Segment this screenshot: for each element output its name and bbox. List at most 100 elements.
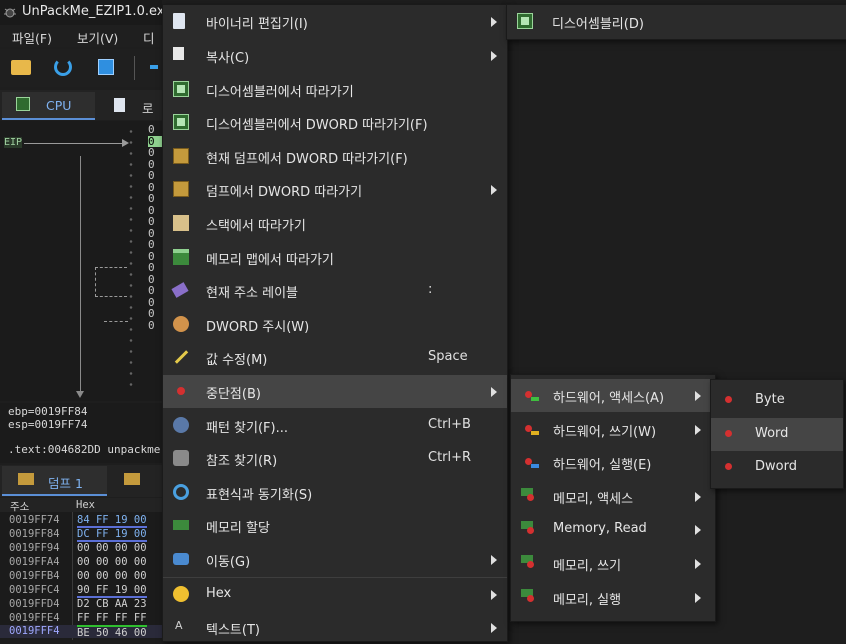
menu-item-hardware-execute[interactable]: 하드웨어, 실행(E) bbox=[511, 446, 715, 479]
menu-item-text[interactable]: A 텍스트(T) bbox=[163, 611, 507, 644]
allocate-memory-icon bbox=[173, 520, 189, 530]
menu-item-memory-access[interactable]: 메모리, 액세스 bbox=[511, 480, 715, 513]
jump-arrow-head bbox=[76, 391, 84, 398]
menu-item-shortcut: Space bbox=[428, 349, 468, 364]
menu-item-label: Byte bbox=[755, 392, 785, 407]
address-cell: 0 bbox=[148, 318, 155, 332]
main-tabs: CPU 로 bbox=[0, 90, 162, 120]
menu-file[interactable]: 파일(F) bbox=[12, 28, 52, 47]
menu-item-label-current-address[interactable]: 현재 주소 레이블 : bbox=[163, 274, 507, 307]
menu-item-word[interactable]: Word bbox=[711, 418, 843, 451]
dump-row[interactable]: 0019FFA4 00 00 00 00 bbox=[0, 556, 162, 569]
address-cell: 0 bbox=[148, 284, 155, 297]
dump-row-address: 0019FFE4 bbox=[9, 612, 60, 624]
menu-item-follow-stack[interactable]: 스택에서 따라가기 bbox=[163, 207, 507, 240]
dump-row[interactable]: 0019FFD4 D2 CB AA 23 bbox=[0, 598, 162, 611]
cpu-disassembly-view[interactable]: EIP 0 0 0 0 0 0 0 0 0 0 0 0 0 0 0 0 0 0 bbox=[0, 121, 162, 401]
dump-row-address: 0019FFD4 bbox=[9, 598, 60, 610]
submenu-arrow-icon bbox=[491, 17, 497, 27]
menu-item-follow-disassembler[interactable]: 디스어셈블러에서 따라가기 bbox=[163, 73, 507, 106]
title-bar: UnPackMe_EZIP1.0.exe - bbox=[0, 0, 181, 25]
dump-icon bbox=[124, 473, 140, 485]
menu-item-memory-write[interactable]: 메모리, 쓰기 bbox=[511, 547, 715, 580]
find-pattern-icon bbox=[173, 417, 189, 433]
jump-line bbox=[80, 156, 81, 396]
tab-dump-2[interactable] bbox=[110, 466, 162, 496]
submenu-arrow-icon bbox=[491, 623, 497, 633]
address-cell: 0 bbox=[148, 146, 155, 159]
menu-item-hardware-access[interactable]: 하드웨어, 액세스(A) bbox=[511, 379, 715, 412]
run-icon[interactable] bbox=[150, 65, 158, 69]
dump-row-hex: 84 FF 19 00 bbox=[77, 514, 147, 528]
menu-item-label: 스택에서 따라가기 bbox=[206, 219, 306, 234]
submenu-arrow-icon bbox=[491, 185, 497, 195]
context-menu: 바이너리 편집기(I) 복사(C) 디스어셈블러에서 따라가기 디스어셈블러에서… bbox=[162, 4, 508, 642]
menu-item-modify-value[interactable]: 값 수정(M) Space bbox=[163, 341, 507, 374]
dump-view[interactable]: 주소 Hex 0019FF74 84 FF 19 00 0019FF84 DC … bbox=[0, 498, 162, 640]
submenu-arrow-icon bbox=[695, 425, 701, 435]
stack-icon bbox=[173, 215, 189, 231]
menu-item-hex[interactable]: Hex bbox=[163, 578, 507, 611]
menu-item-hardware-write[interactable]: 하드웨어, 쓰기(W) bbox=[511, 413, 715, 446]
dump-row-hex: BE 50 46 00 bbox=[77, 625, 147, 639]
menu-item-label: 표현식과 동기화(S) bbox=[206, 488, 313, 503]
dump-row[interactable]: 0019FFC4 90 FF 19 00 bbox=[0, 584, 162, 598]
bug-app-icon bbox=[4, 8, 16, 18]
menu-item-sync-expression[interactable]: 표현식과 동기화(S) bbox=[163, 476, 507, 509]
menu-item-find-references[interactable]: 참조 찾기(R) Ctrl+R bbox=[163, 442, 507, 475]
menu-item-byte[interactable]: Byte bbox=[711, 384, 843, 417]
menu-item-label: 복사(C) bbox=[206, 51, 250, 66]
dump-current-icon bbox=[173, 148, 189, 164]
breakpoint-icon bbox=[177, 387, 185, 395]
dump-row[interactable]: 0019FF94 00 00 00 00 bbox=[0, 542, 162, 555]
stop-icon[interactable] bbox=[98, 59, 114, 75]
menu-item-memory-read[interactable]: Memory, Read bbox=[511, 513, 715, 546]
menu-item-follow-memory-map[interactable]: 메모리 맵에서 따라가기 bbox=[163, 241, 507, 274]
menu-item-copy[interactable]: 복사(C) bbox=[163, 39, 507, 72]
toolbar-divider bbox=[134, 56, 135, 80]
dump-row[interactable]: 0019FF74 84 FF 19 00 bbox=[0, 514, 162, 528]
menu-item-follow-dword-dump[interactable]: 덤프에서 DWORD 따라가기 bbox=[163, 173, 507, 206]
menu-item-goto[interactable]: 이동(G) bbox=[163, 543, 507, 576]
breakpoint-dot-column[interactable] bbox=[128, 126, 134, 386]
watch-icon bbox=[173, 316, 189, 332]
dump-row[interactable]: 0019FFE4 FF FF FF FF bbox=[0, 612, 162, 625]
submenu-arrow-icon bbox=[695, 391, 701, 401]
menu-item-dword[interactable]: Dword bbox=[711, 451, 843, 484]
menu-item-disassembly[interactable]: 디스어셈블리(D) bbox=[507, 5, 846, 38]
dump-row-hex: 00 00 00 00 bbox=[77, 542, 147, 554]
tab-log[interactable]: 로 bbox=[98, 92, 162, 120]
menu-item-label: 메모리, 액세스 bbox=[553, 492, 634, 507]
menu-item-follow-dword-current-dump[interactable]: 현재 덤프에서 DWORD 따라가기(F) bbox=[163, 140, 507, 173]
menu-item-follow-dword-disassembler[interactable]: 디스어셈블러에서 DWORD 따라가기(F) bbox=[163, 106, 507, 139]
menu-debug[interactable]: 디 bbox=[143, 28, 155, 47]
menu-item-label: DWORD 주시(W) bbox=[206, 320, 310, 335]
tab-log-label: 로 bbox=[142, 101, 154, 116]
eip-label: EIP bbox=[4, 137, 23, 148]
word-breakpoint-icon bbox=[725, 430, 732, 437]
tab-cpu[interactable]: CPU bbox=[2, 92, 95, 120]
dump-row-selected[interactable]: 0019FFF4 BE 50 46 00 bbox=[0, 625, 162, 639]
menu-item-label: 참조 찾기(R) bbox=[206, 454, 278, 469]
menu-item-memory-execute[interactable]: 메모리, 실행 bbox=[511, 581, 715, 614]
open-folder-icon[interactable] bbox=[11, 60, 31, 75]
hardware-access-check bbox=[531, 397, 539, 401]
hardware-write-pencil bbox=[531, 431, 539, 435]
tab-dump-1[interactable]: 덤프 1 bbox=[2, 466, 107, 496]
menu-item-shortcut: : bbox=[428, 282, 433, 297]
menu-item-breakpoint[interactable]: 중단점(B) bbox=[163, 375, 507, 408]
menu-item-watch-dword[interactable]: DWORD 주시(W) bbox=[163, 308, 507, 341]
restart-icon[interactable] bbox=[54, 58, 72, 76]
dump-row[interactable]: 0019FFB4 00 00 00 00 bbox=[0, 570, 162, 583]
submenu-arrow-icon bbox=[695, 492, 701, 502]
address-cell: 0 bbox=[148, 169, 155, 182]
dump-row-hex: FF FF FF FF bbox=[77, 612, 147, 624]
cpu-chip-icon bbox=[16, 97, 30, 111]
menu-item-binary-editor[interactable]: 바이너리 편집기(I) bbox=[163, 5, 507, 38]
menu-item-allocate-memory[interactable]: 메모리 할당 bbox=[163, 509, 507, 542]
log-doc-icon bbox=[114, 98, 125, 112]
menu-item-find-pattern[interactable]: 패턴 찾기(F)... Ctrl+B bbox=[163, 409, 507, 442]
dump-row[interactable]: 0019FF84 DC FF 19 00 bbox=[0, 528, 162, 542]
menu-item-label: Word bbox=[755, 426, 789, 441]
menu-view[interactable]: 보기(V) bbox=[77, 28, 118, 47]
